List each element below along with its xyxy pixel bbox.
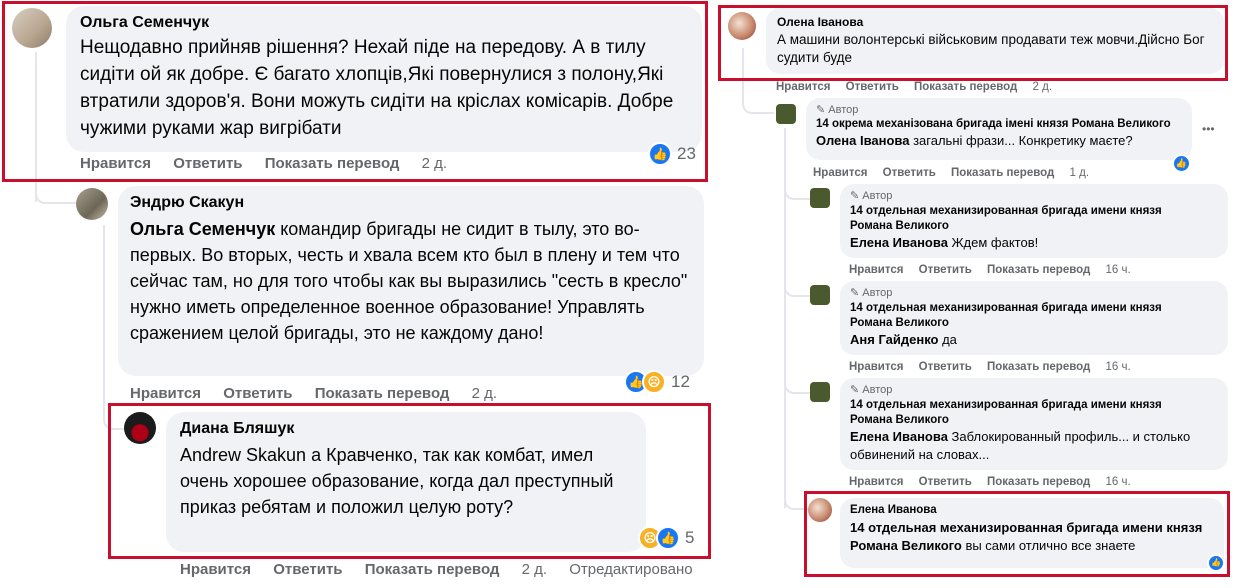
comment-author[interactable]: 14 отдельная механизированная бригада им… — [850, 204, 1190, 234]
reply-link[interactable]: Ответить — [273, 561, 342, 578]
pencil-icon: ✎ — [850, 287, 863, 299]
comment-bubble: ✎ Автор 14 отдельная механизированная бр… — [840, 281, 1228, 355]
translate-link[interactable]: Показать перевод — [987, 361, 1090, 373]
pencil-icon: ✎ — [850, 384, 863, 396]
comment-text: Олена Іванова загальні фрази... Конкрети… — [816, 133, 1133, 148]
comment-bubble: ✎ Автор 14 отдельная механизированная бр… — [840, 378, 1228, 470]
comment-bubble: Эндрю Скакун Ольга Семенчук командир бри… — [118, 186, 704, 376]
comment-author[interactable]: 14 отдельная механизированная бригада им… — [850, 398, 1190, 428]
author-badge: ✎ Автор — [850, 190, 893, 202]
comment-text: Елена Иванова Ждем фактов! — [850, 235, 1039, 250]
translate-link[interactable]: Показать перевод — [951, 167, 1054, 179]
comment-actions: Нравится Ответить Показать перевод 2 д. … — [180, 561, 711, 578]
mention-link[interactable]: Елена Иванова — [850, 429, 948, 444]
mention-link[interactable]: Олена Іванова — [816, 133, 909, 148]
translate-link[interactable]: Показать перевод — [315, 385, 450, 402]
reply-link[interactable]: Ответить — [883, 167, 936, 179]
comment-author[interactable]: 14 окрема механізована бригада імені кня… — [816, 118, 1182, 130]
comment-actions: Нравится Ответить Показать перевод 2 д. — [776, 81, 1070, 93]
brigade-logo-avatar[interactable] — [810, 188, 830, 208]
thread-connector — [742, 88, 774, 114]
highlight-box — [108, 403, 711, 559]
mention-link[interactable]: Аня Гайденко — [850, 332, 938, 347]
author-badge: ✎ Автор — [850, 384, 893, 396]
reaction-count[interactable]: 👍 ☹ 12 — [624, 370, 690, 394]
pencil-icon: ✎ — [850, 190, 863, 202]
like-link[interactable]: Нравится — [813, 167, 867, 179]
comment-actions: Нравится Ответить Показать перевод 2 д. — [130, 385, 515, 402]
mention-link[interactable]: Ольга Семенчук — [130, 219, 275, 239]
highlight-box — [804, 491, 1230, 577]
avatar[interactable] — [76, 188, 108, 220]
comment-bubble: ✎ Автор 14 отдельная механизированная бр… — [840, 184, 1228, 258]
timestamp[interactable]: 16 ч. — [1106, 476, 1131, 488]
timestamp[interactable]: 2 д. — [1033, 81, 1053, 93]
mention-link[interactable]: Елена Иванова — [850, 235, 948, 250]
thread-connector — [784, 372, 810, 394]
comment-actions: Нравится Ответить Показать перевод 16 ч. — [849, 476, 1149, 488]
translate-link[interactable]: Показать перевод — [987, 264, 1090, 276]
thread-connector — [784, 178, 810, 200]
comment-actions: Нравится Ответить Показать перевод 16 ч. — [849, 361, 1149, 373]
reply-link[interactable]: Ответить — [919, 264, 972, 276]
like-link[interactable]: Нравится — [776, 81, 830, 93]
timestamp[interactable]: 1 д. — [1070, 167, 1090, 179]
timestamp[interactable]: 16 ч. — [1106, 361, 1131, 373]
pencil-icon: ✎ — [816, 104, 829, 116]
like-link[interactable]: Нравится — [180, 561, 251, 578]
reply-link[interactable]: Ответить — [223, 385, 292, 402]
edited-label: Отредактировано — [569, 561, 693, 578]
brigade-logo-avatar[interactable] — [810, 382, 830, 402]
comment-actions: Нравится Ответить Показать перевод 16 ч. — [849, 264, 1149, 276]
reply-link[interactable]: Ответить — [919, 476, 972, 488]
thread-connector — [784, 275, 810, 297]
reply-link[interactable]: Ответить — [846, 81, 899, 93]
comment-text: Ольга Семенчук командир бригады не сидит… — [130, 219, 688, 343]
like-link[interactable]: Нравится — [130, 385, 201, 402]
author-badge: ✎ Автор — [816, 104, 859, 116]
sad-face-icon: ☹ — [642, 370, 666, 394]
like-link[interactable]: Нравится — [849, 264, 903, 276]
timestamp[interactable]: 16 ч. — [1106, 264, 1131, 276]
comment-author[interactable]: 14 отдельная механизированная бригада им… — [850, 301, 1190, 331]
timestamp[interactable]: 2 д. — [472, 385, 497, 402]
like-link[interactable]: Нравится — [849, 476, 903, 488]
comment-text: Аня Гайденко да — [850, 332, 957, 347]
more-icon[interactable]: ••• — [1202, 122, 1215, 136]
thumbs-up-icon[interactable]: 👍 — [1172, 154, 1191, 173]
brigade-logo-avatar[interactable] — [776, 104, 796, 124]
brigade-logo-avatar[interactable] — [810, 285, 830, 305]
highlight-box — [718, 5, 1228, 81]
like-link[interactable]: Нравится — [849, 361, 903, 373]
comment-bubble: ✎ Автор 14 окрема механізована бригада і… — [806, 98, 1192, 160]
translate-link[interactable]: Показать перевод — [365, 561, 500, 578]
author-badge: ✎ Автор — [850, 287, 893, 299]
comment-author[interactable]: Эндрю Скакун — [130, 194, 692, 212]
reply-link[interactable]: Ответить — [919, 361, 972, 373]
timestamp[interactable]: 2 д. — [522, 561, 547, 578]
comment-text: Елена Иванова Заблокированный профиль...… — [850, 429, 1191, 462]
highlight-box — [2, 1, 708, 182]
translate-link[interactable]: Показать перевод — [987, 476, 1090, 488]
translate-link[interactable]: Показать перевод — [914, 81, 1017, 93]
comment-actions: Нравится Ответить Показать перевод 1 д. — [813, 167, 1107, 179]
